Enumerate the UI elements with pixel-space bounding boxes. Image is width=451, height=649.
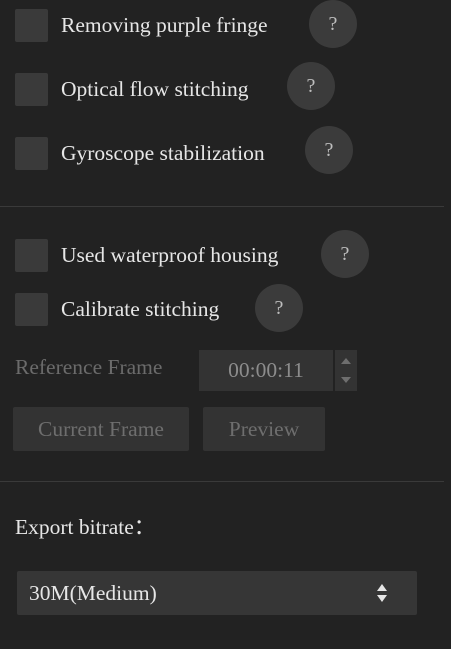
help-icon[interactable]: ? bbox=[255, 284, 303, 332]
checkbox-purple-fringe[interactable] bbox=[15, 8, 48, 42]
option-label-calibrate: Calibrate stitching bbox=[61, 296, 220, 321]
option-label-purple-fringe: Removing purple fringe bbox=[61, 12, 268, 37]
option-label-optical-flow: Optical flow stitching bbox=[61, 76, 249, 101]
export-bitrate-select[interactable]: 30M(Medium) bbox=[17, 571, 417, 615]
option-row-waterproof: Used waterproof housing bbox=[15, 238, 278, 272]
option-row-purple-fringe: Removing purple fringe bbox=[15, 8, 268, 42]
help-icon[interactable]: ? bbox=[321, 230, 369, 278]
help-icon[interactable]: ? bbox=[309, 0, 357, 48]
preview-button[interactable]: Preview bbox=[203, 407, 325, 451]
export-bitrate-label: Export bitrate： bbox=[15, 515, 156, 539]
checkbox-calibrate[interactable] bbox=[15, 292, 48, 326]
section-divider bbox=[0, 481, 444, 482]
time-stepper[interactable] bbox=[335, 350, 357, 391]
help-icon[interactable]: ? bbox=[287, 62, 335, 110]
reference-frame-label: Reference Frame bbox=[15, 355, 163, 379]
option-row-gyroscope: Gyroscope stabilization bbox=[15, 136, 265, 170]
option-label-waterproof: Used waterproof housing bbox=[61, 242, 279, 267]
section-divider bbox=[0, 206, 444, 207]
reference-frame-time-input[interactable]: 00:00:11 bbox=[199, 350, 333, 391]
checkbox-waterproof[interactable] bbox=[15, 238, 48, 272]
chevron-up-icon[interactable] bbox=[341, 358, 351, 364]
checkbox-gyroscope[interactable] bbox=[15, 136, 48, 170]
option-row-calibrate: Calibrate stitching bbox=[15, 292, 219, 326]
chevron-down-icon[interactable] bbox=[341, 377, 351, 383]
checkbox-optical-flow[interactable] bbox=[15, 72, 48, 106]
option-row-optical-flow: Optical flow stitching bbox=[15, 72, 249, 106]
option-label-gyroscope: Gyroscope stabilization bbox=[61, 140, 265, 165]
current-frame-button[interactable]: Current Frame bbox=[13, 407, 189, 451]
select-arrows-icon bbox=[377, 584, 387, 604]
export-bitrate-value: 30M(Medium) bbox=[29, 580, 157, 605]
help-icon[interactable]: ? bbox=[305, 126, 353, 174]
